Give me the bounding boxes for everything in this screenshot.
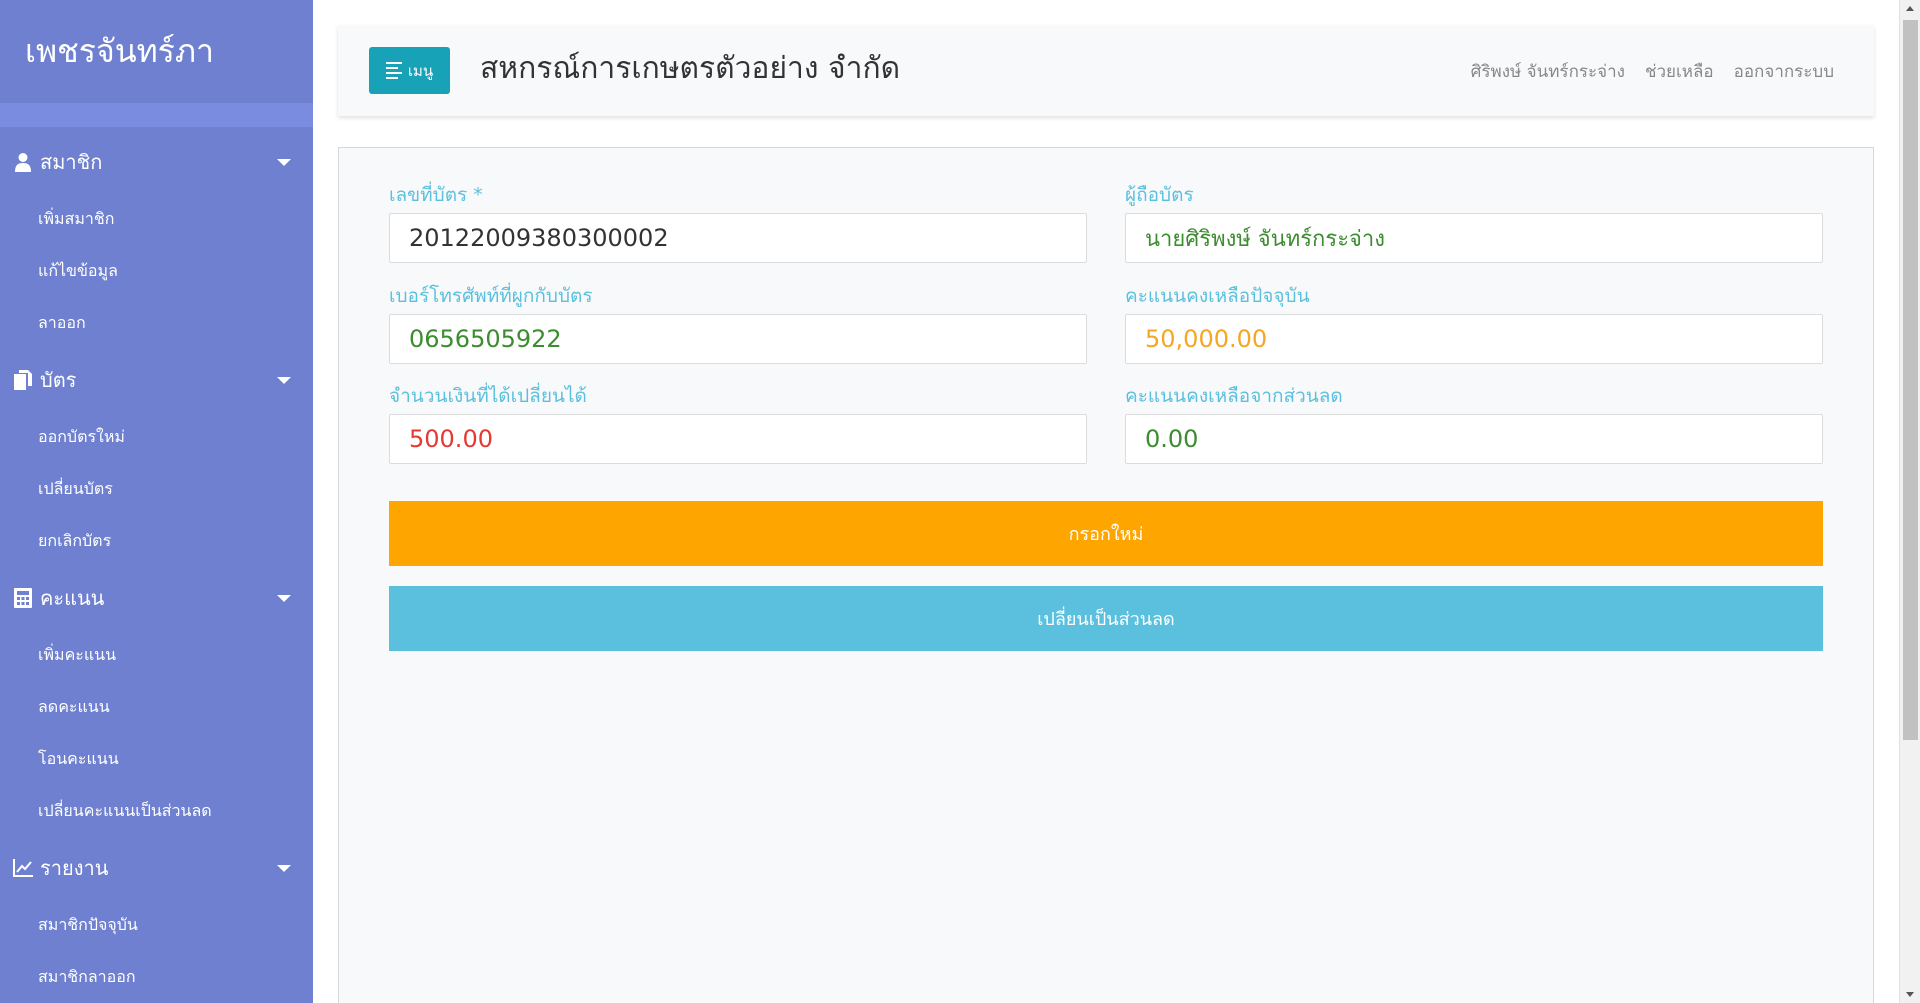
sidebar-nav: สมาชิก เพิ่มสมาชิก แก้ไขข้อมูล ลาออก บัต…	[0, 127, 313, 1003]
card-holder-input: นายศิริพงษ์ จันทร์กระจ่าง	[1125, 213, 1823, 263]
sidebar-item-reduce-points[interactable]: ลดคะแนน	[0, 681, 313, 733]
phone-field: เบอร์โทรศัพท์ที่ผูกกับบัตร 0656505922	[389, 282, 1087, 364]
form-card: เลขที่บัตร * 20122009380300002 ผู้ถือบัต…	[338, 147, 1874, 1003]
sidebar-item-change-card[interactable]: เปลี่ยนบัตร	[0, 463, 313, 515]
user-name-link[interactable]: ศิริพงษ์ จันทร์กระจ่าง	[1471, 58, 1625, 85]
balance-field: คะแนนคงเหลือปัจจุบัน 50,000.00	[1125, 282, 1823, 364]
sidebar-group-label: บัตร	[40, 368, 77, 392]
sidebar-divider	[0, 103, 313, 127]
card-number-input[interactable]: 20122009380300002	[389, 213, 1087, 263]
discount-balance-label: คะแนนคงเหลือจากส่วนลด	[1125, 385, 1343, 407]
caret-down-icon	[277, 376, 291, 384]
sidebar-group-label: รายงาน	[40, 856, 109, 880]
sidebar-item-resign[interactable]: ลาออก	[0, 297, 313, 349]
sidebar-item-edit-member[interactable]: แก้ไขข้อมูล	[0, 245, 313, 297]
card-holder-label: ผู้ถือบัตร	[1125, 184, 1194, 206]
exchangeable-input: 500.00	[389, 414, 1087, 464]
caret-down-icon	[277, 158, 291, 166]
logout-link[interactable]: ออกจากระบบ	[1734, 58, 1834, 85]
scrollbar-thumb[interactable]	[1903, 20, 1918, 740]
reset-button[interactable]: กรอกใหม่	[389, 501, 1823, 566]
sidebar-item-add-member[interactable]: เพิ่มสมาชิก	[0, 193, 313, 245]
sidebar-item-cancel-card[interactable]: ยกเลิกบัตร	[0, 515, 313, 567]
discount-balance-input: 0.00	[1125, 414, 1823, 464]
sidebar-group-reports[interactable]: รายงาน	[0, 837, 313, 899]
vertical-scrollbar[interactable]	[1899, 0, 1920, 1003]
menu-icon	[385, 59, 402, 82]
caret-down-icon	[277, 594, 291, 602]
sidebar-group-members[interactable]: สมาชิก	[0, 131, 313, 193]
menu-button-label: เมนู	[407, 61, 434, 80]
discount-balance-field: คะแนนคงเหลือจากส่วนลด 0.00	[1125, 382, 1823, 464]
balance-label: คะแนนคงเหลือปัจจุบัน	[1125, 285, 1310, 307]
calculator-icon	[12, 587, 34, 609]
phone-label: เบอร์โทรศัพท์ที่ผูกกับบัตร	[389, 285, 593, 307]
convert-to-discount-button[interactable]: เปลี่ยนเป็นส่วนลด	[389, 586, 1823, 651]
sidebar-group-label: สมาชิก	[40, 150, 103, 174]
sidebar-item-transfer-points[interactable]: โอนคะแนน	[0, 733, 313, 785]
top-navbar: เมนู สหกรณ์การเกษตรตัวอย่าง จำกัด ศิริพง…	[338, 25, 1874, 116]
menu-toggle-button[interactable]: เมนู	[369, 47, 450, 94]
card-number-label: เลขที่บัตร *	[389, 184, 483, 206]
scroll-down-icon[interactable]	[1906, 992, 1914, 997]
sidebar-group-label: คะแนน	[40, 586, 105, 610]
phone-input: 0656505922	[389, 314, 1087, 364]
card-holder-field: ผู้ถือบัตร นายศิริพงษ์ จันทร์กระจ่าง	[1125, 181, 1823, 263]
sidebar-item-add-points[interactable]: เพิ่มคะแนน	[0, 629, 313, 681]
brand-title[interactable]: เพชรจันทร์ภา	[0, 0, 313, 103]
user-icon	[12, 151, 34, 173]
sidebar-item-points-to-discount[interactable]: เปลี่ยนคะแนนเป็นส่วนลด	[0, 785, 313, 837]
copy-icon	[12, 369, 34, 391]
sidebar: เพชรจันทร์ภา สมาชิก เพิ่มสมาชิก แก้ไขข้อ…	[0, 0, 313, 1003]
card-number-field: เลขที่บัตร * 20122009380300002	[389, 181, 1087, 263]
page-title: สหกรณ์การเกษตรตัวอย่าง จำกัด	[480, 51, 901, 86]
exchangeable-field: จำนวนเงินที่ได้เปลี่ยนได้ 500.00	[389, 382, 1087, 464]
help-link[interactable]: ช่วยเหลือ	[1645, 58, 1714, 85]
caret-down-icon	[277, 864, 291, 872]
scroll-up-icon[interactable]	[1906, 6, 1914, 11]
chart-line-icon	[12, 857, 34, 879]
balance-input: 50,000.00	[1125, 314, 1823, 364]
sidebar-item-resigned-members[interactable]: สมาชิกลาออก	[0, 951, 313, 1003]
main-content: เมนู สหกรณ์การเกษตรตัวอย่าง จำกัด ศิริพง…	[313, 0, 1899, 1003]
top-links: ศิริพงษ์ จันทร์กระจ่าง ช่วยเหลือ ออกจากร…	[1471, 58, 1834, 85]
sidebar-group-points[interactable]: คะแนน	[0, 567, 313, 629]
sidebar-group-cards[interactable]: บัตร	[0, 349, 313, 411]
sidebar-item-current-members[interactable]: สมาชิกปัจจุบัน	[0, 899, 313, 951]
sidebar-item-new-card[interactable]: ออกบัตรใหม่	[0, 411, 313, 463]
exchangeable-label: จำนวนเงินที่ได้เปลี่ยนได้	[389, 385, 587, 407]
